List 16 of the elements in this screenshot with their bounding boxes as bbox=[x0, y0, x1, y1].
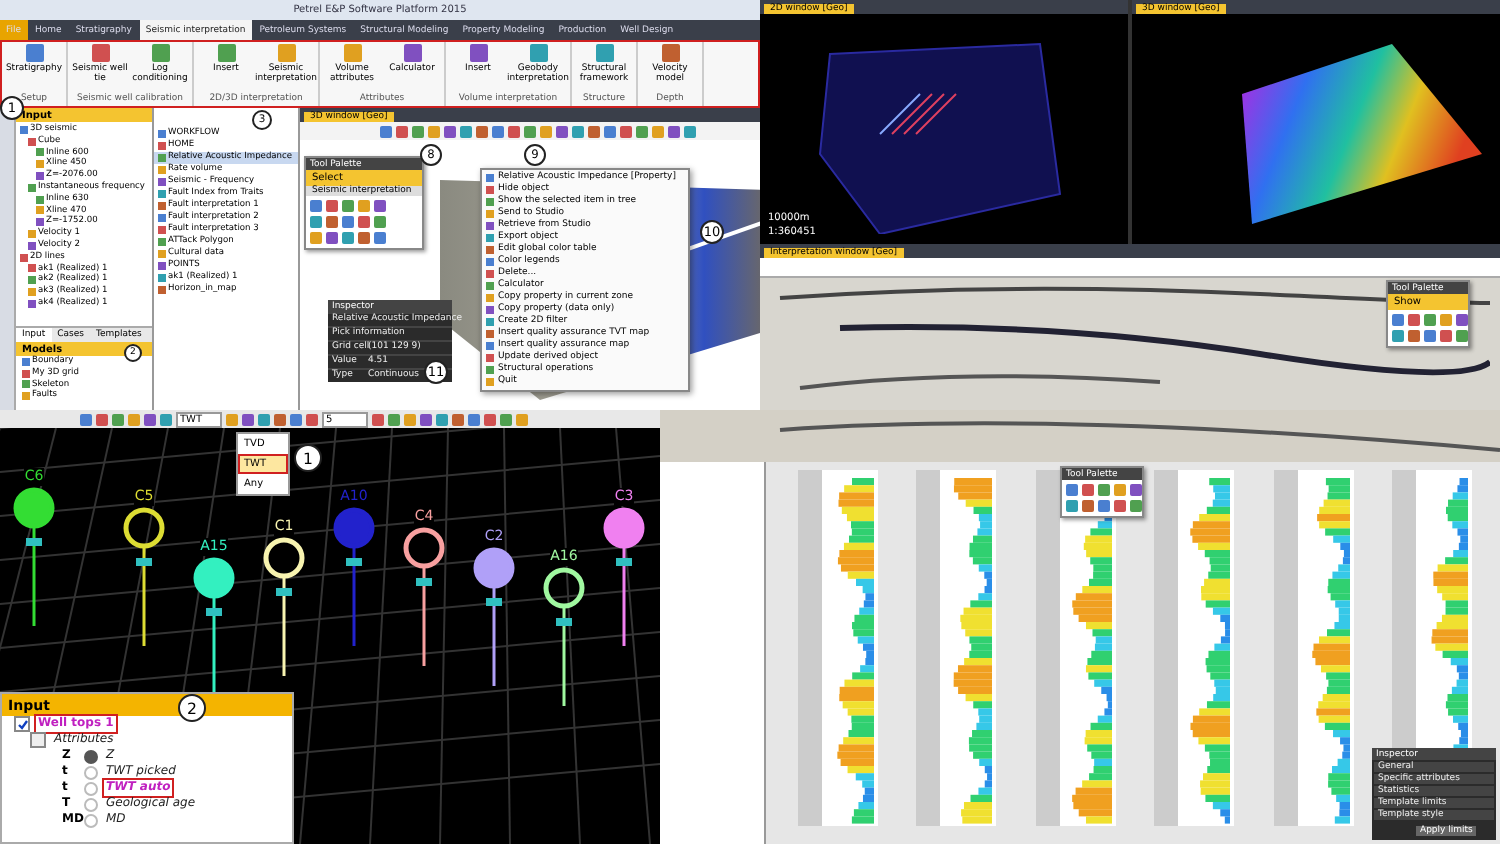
well-symbol[interactable] bbox=[190, 556, 238, 696]
well-symbol[interactable] bbox=[260, 536, 308, 676]
radio-button[interactable] bbox=[84, 781, 98, 795]
well-symbol[interactable] bbox=[400, 526, 448, 666]
side-tab-strip[interactable] bbox=[0, 108, 16, 410]
radio-button[interactable] bbox=[84, 797, 98, 811]
well-symbol[interactable] bbox=[540, 566, 588, 706]
radio-button[interactable] bbox=[84, 765, 98, 779]
well-symbol[interactable] bbox=[600, 506, 648, 646]
well-symbol[interactable] bbox=[120, 506, 168, 646]
checkbox[interactable] bbox=[30, 732, 46, 748]
checkbox[interactable] bbox=[14, 716, 30, 732]
well-symbol[interactable] bbox=[10, 486, 58, 626]
well-symbol[interactable] bbox=[470, 546, 518, 686]
radio-button[interactable] bbox=[84, 749, 98, 763]
radio-button[interactable] bbox=[84, 813, 98, 827]
